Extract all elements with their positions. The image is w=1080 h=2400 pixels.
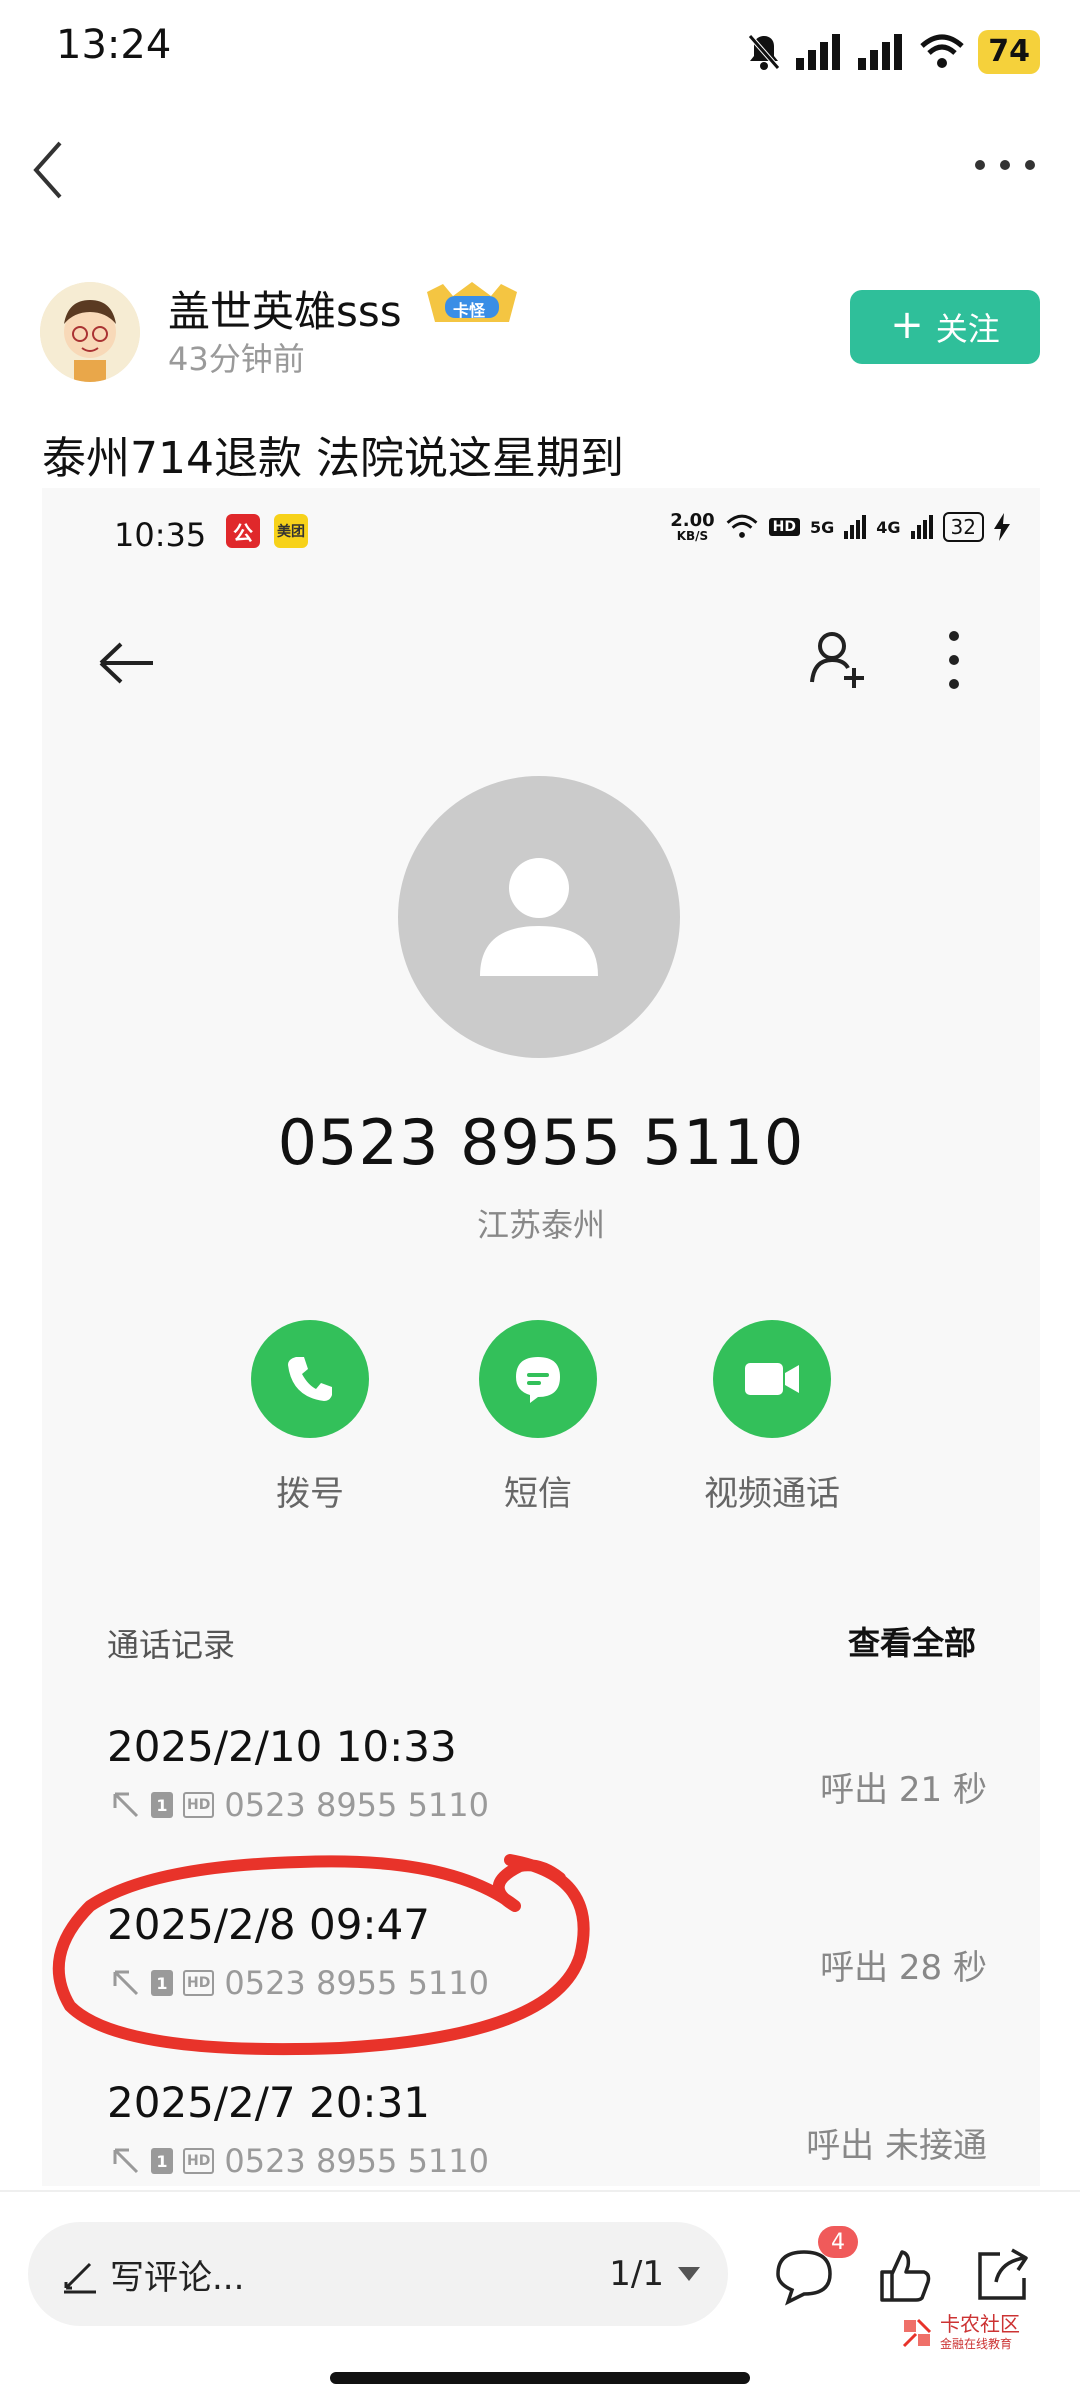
dial-label: 拨号 — [276, 1474, 344, 1514]
dial-action[interactable]: 拨号 — [190, 1320, 430, 1515]
person-icon — [480, 858, 598, 976]
contact-avatar — [398, 776, 680, 1058]
page-indicator: 1/1 — [609, 2254, 664, 2294]
sms-action[interactable]: 短信 — [418, 1320, 658, 1515]
call-datetime: 2025/2/7 20:31 — [107, 2078, 431, 2127]
call-record-row[interactable]: 2025/2/10 10:33 1 HD 0523 8955 5110 呼出 2… — [107, 1722, 987, 1832]
call-record-row[interactable]: 2025/2/7 20:31 1 HD 0523 8955 5110 呼出 未接… — [107, 2078, 987, 2186]
bottom-divider — [0, 2190, 1080, 2192]
more-vertical-icon[interactable] — [942, 628, 966, 692]
signal-icon-2 — [910, 515, 933, 539]
call-details: 1 HD 0523 8955 5110 — [111, 1786, 489, 1824]
call-datetime: 2025/2/10 10:33 — [107, 1722, 457, 1771]
mute-bell-icon — [748, 34, 781, 70]
phone-icon — [251, 1320, 369, 1438]
net-speed: 2.00 KB/S — [670, 510, 715, 543]
sim-icon: 1 — [151, 1792, 173, 1818]
call-details: 1 HD 0523 8955 5110 — [111, 2142, 489, 2180]
signal-icon — [844, 515, 867, 539]
post-time: 43分钟前 — [168, 340, 305, 378]
author-name[interactable]: 盖世英雄sss — [168, 278, 402, 339]
like-icon[interactable] — [874, 2246, 934, 2306]
wifi-icon — [726, 514, 758, 538]
status-time: 13:24 — [56, 22, 172, 68]
call-result: 呼出 28 秒 — [820, 1948, 987, 1988]
watermark-logo: 卡农社区 金融在线教育 — [900, 2310, 1060, 2356]
app-icon-gong: 公 — [226, 514, 260, 548]
sim-icon: 1 — [151, 2148, 173, 2174]
image-status-icons: 2.00 KB/S HD 5G 4G 32 — [670, 512, 1010, 542]
outgoing-call-icon — [113, 1792, 139, 1818]
call-number: 0523 8955 5110 — [224, 1786, 489, 1824]
watermark-icon — [902, 2318, 932, 2348]
charging-icon — [994, 513, 1010, 541]
video-call-label: 视频通话 — [704, 1474, 840, 1514]
follow-button[interactable]: + 关注 — [850, 290, 1040, 364]
follow-label: 关注 — [935, 310, 1000, 348]
back-icon[interactable] — [20, 135, 80, 205]
home-indicator[interactable] — [330, 2372, 750, 2384]
back-arrow-icon[interactable] — [97, 638, 157, 688]
sms-label: 短信 — [504, 1474, 572, 1514]
signal-icon-2 — [858, 34, 903, 70]
plus-icon: + — [890, 302, 924, 348]
signal-icon — [796, 34, 841, 70]
hd-icon: HD — [183, 2148, 215, 2174]
watermark-title: 卡农社区 — [940, 2312, 1020, 2336]
hd-icon: HD — [768, 518, 801, 536]
net-4g: 4G — [876, 517, 901, 537]
comment-placeholder: 写评论... — [110, 2257, 245, 2298]
image-battery: 32 — [942, 512, 984, 542]
page-selector[interactable]: 1/1 — [609, 2254, 700, 2294]
net-speed-value: 2.00 — [670, 510, 715, 531]
view-all-link[interactable]: 查看全部 — [848, 1618, 976, 1664]
dropdown-triangle-icon — [678, 2267, 700, 2281]
video-icon — [713, 1320, 831, 1438]
call-number: 0523 8955 5110 — [224, 2142, 489, 2180]
call-result: 呼出 未接通 — [806, 2126, 987, 2166]
post-title: 泰州714退款 法院说这星期到 — [42, 433, 624, 484]
watermark-subtitle: 金融在线教育 — [940, 2337, 1013, 2351]
avatar[interactable] — [40, 282, 140, 382]
net-5g: 5G — [810, 517, 835, 537]
add-contact-icon[interactable] — [810, 630, 868, 690]
video-call-action[interactable]: 视频通话 — [652, 1320, 892, 1515]
share-icon[interactable] — [972, 2246, 1032, 2306]
user-badge: 卡怪 — [423, 282, 521, 326]
net-speed-unit: KB/S — [676, 529, 709, 543]
contact-location: 江苏泰州 — [476, 1206, 605, 1244]
more-icon[interactable] — [970, 150, 1040, 180]
badge-label: 卡怪 — [453, 301, 486, 320]
call-records-title: 通话记录 — [107, 1626, 236, 1664]
message-icon — [479, 1320, 597, 1438]
comment-count-badge: 4 — [818, 2226, 858, 2258]
wifi-icon — [920, 34, 964, 68]
comment-input[interactable]: 写评论... 1/1 — [28, 2222, 728, 2326]
avatar-illustration — [40, 282, 140, 382]
hd-icon: HD — [183, 1792, 215, 1818]
red-annotation-circle — [52, 1854, 590, 2056]
battery-level: 74 — [978, 30, 1040, 74]
pen-icon — [64, 2262, 96, 2294]
image-status-time: 10:35 — [114, 516, 207, 554]
app-icon-meituan: 美团 — [274, 514, 308, 548]
call-result: 呼出 21 秒 — [820, 1770, 987, 1810]
outgoing-call-icon — [113, 2148, 139, 2174]
status-icons: 74 — [746, 30, 1040, 74]
contact-number: 0523 8955 5110 — [277, 1106, 805, 1179]
